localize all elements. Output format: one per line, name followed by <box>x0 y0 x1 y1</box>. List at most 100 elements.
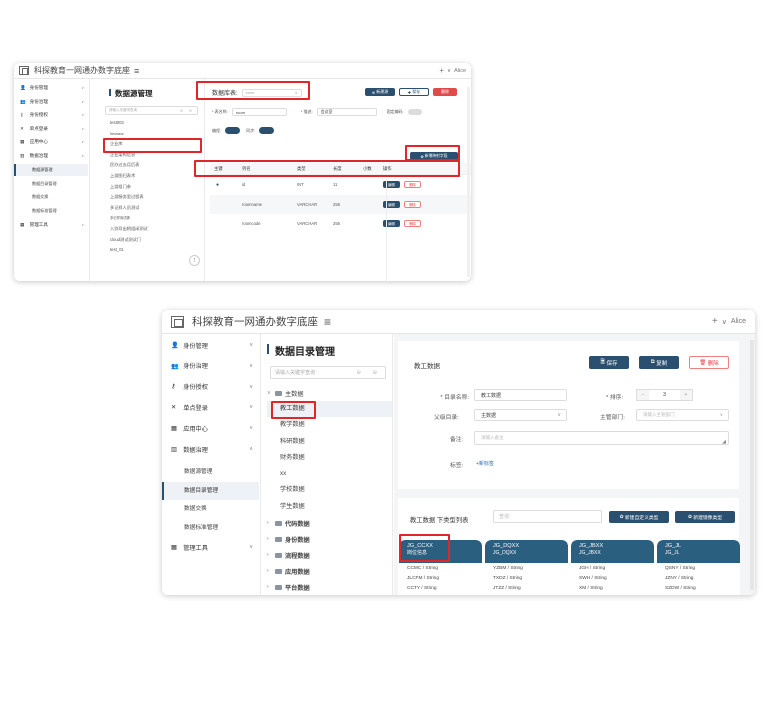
scroll-up-button[interactable]: ↑ <box>189 255 200 266</box>
list-item[interactable]: test003 <box>110 118 204 129</box>
type-card[interactable]: JG_JBXX JG_JBXX JGH / String SWH / String XM… <box>571 540 654 595</box>
tree-folder[interactable]: › 应用数据 <box>267 563 392 579</box>
nav-sub-item[interactable]: 数据源管理 <box>162 463 259 481</box>
nav-sub-item[interactable]: 数据交换 <box>162 500 259 518</box>
plus-icon[interactable]: + <box>439 66 444 75</box>
nav-item-tools[interactable]: ▦ 管理工具 ∨ <box>20 220 88 230</box>
user-name[interactable]: Alice <box>731 318 746 325</box>
note-textarea[interactable]: 请输入备注 ◢ <box>474 431 729 445</box>
nav-item-user[interactable]: 👤 身份管理 ∨ <box>171 338 259 352</box>
filter-input[interactable]: 请输入关键字查询 ⊖ ⊖ <box>270 366 386 379</box>
nav-sub-item[interactable]: 数据目录管理 <box>14 178 88 190</box>
add-source-button[interactable]: ⊕ 新建源 <box>365 88 395 96</box>
nav-item-label: 身份管理 <box>183 342 208 350</box>
cell-type: VARCHAR <box>297 221 318 227</box>
resize-handle-icon[interactable]: ◢ <box>722 439 726 445</box>
list-item[interactable]: 上游服务里过程表 <box>110 192 204 203</box>
type-card[interactable]: JG_JL JG_JL QSNY / String JZNY / String SZDW… <box>657 540 740 595</box>
copy-button[interactable]: ⧉ 复制 <box>639 356 679 369</box>
tree-node[interactable]: 学校数据 <box>267 482 392 498</box>
user-caret-icon[interactable]: ∨ <box>447 68 451 74</box>
sort-minus[interactable]: − <box>637 390 649 400</box>
nav-item-apps[interactable]: ▦ 应用中心 ∨ <box>171 421 259 435</box>
type-card[interactable]: JG_DQXX JG_DQXX YZBM / String TXDZ / String… <box>485 540 568 595</box>
collapse-icon[interactable]: ⊖ <box>373 370 377 376</box>
nav-item-users[interactable]: 👥 身份治理 ∨ <box>20 97 88 107</box>
tree-folder[interactable]: › 身份数据 <box>267 531 392 547</box>
highlight-first-card <box>399 534 450 562</box>
nav-item-users[interactable]: 👥 身份治理 ∨ <box>171 359 259 373</box>
scrollbar[interactable] <box>467 87 470 277</box>
chevron-down-icon: ∨ <box>81 99 84 104</box>
nav-sub-item[interactable]: 数据标准管理 <box>14 205 88 217</box>
user-name[interactable]: Alice <box>454 68 466 74</box>
delete-button[interactable]: 🗑 删除 <box>689 356 729 369</box>
datasource-list-panel: 数据源管理 请输入关键词查询 ⊖ ⊖ test003 Newbase 企业库 企业架构… <box>101 79 205 281</box>
section-title: 数据目录管理 <box>267 343 392 358</box>
list-item[interactable]: 入别导出稍组闭测试 <box>110 224 204 235</box>
increment-toggle[interactable] <box>225 127 241 134</box>
save-button[interactable]: ✚ 保存 <box>399 88 429 96</box>
menu-toggle-icon[interactable]: ≡ <box>324 315 331 329</box>
nav-item-tools[interactable]: ▦ 管理工具 ∨ <box>171 540 259 554</box>
delete-row-button[interactable]: 删除 <box>404 200 421 208</box>
list-item[interactable]: 多记样人员测试 <box>110 203 204 214</box>
dept-select[interactable]: 请输入主管部门 ∨ <box>636 409 729 421</box>
nav-item-apps[interactable]: ▦ 应用中心 ∨ <box>20 137 88 147</box>
parent-select[interactable]: 主数据 ∨ <box>474 409 567 421</box>
add-tag-link[interactable]: +新标签 <box>476 460 494 467</box>
list-item[interactable]: cloud测试测试门 <box>110 235 204 246</box>
delete-button[interactable]: 删除 <box>433 88 457 96</box>
nav-item-key[interactable]: ⚷ 身份授权 ∨ <box>171 380 259 394</box>
auto-code-toggle[interactable] <box>407 109 422 115</box>
desc-input[interactable]: 会议室 <box>316 108 377 116</box>
collapse-icon[interactable]: ⊖ <box>189 109 192 113</box>
delete-row-button[interactable]: 删除 <box>404 181 421 189</box>
name-input[interactable]: 教工数据 <box>474 389 567 401</box>
tree-node[interactable]: 科研数据 <box>267 434 392 450</box>
sort-stepper[interactable]: − 3 + <box>636 389 693 401</box>
nav-sub-item[interactable]: 数据源管理 <box>14 164 88 176</box>
tree-node[interactable]: 学生数据 <box>267 499 392 515</box>
nav-sub-item[interactable]: 数据标准管理 <box>162 519 259 537</box>
sort-value[interactable]: 3 <box>649 392 680 398</box>
tree-node[interactable]: xx <box>267 466 392 482</box>
delete-row-button[interactable]: 删除 <box>404 220 421 228</box>
nav-item-label: 数据治理 <box>183 446 208 454</box>
plus-icon[interactable]: + <box>712 316 718 327</box>
list-item[interactable]: test_01 <box>110 245 204 256</box>
card-field: JTZZ / String <box>493 585 521 591</box>
tree-node-root[interactable]: ∨ 主数据 <box>267 385 392 401</box>
nav-item-sso[interactable]: ✕ 单点登录 ∨ <box>20 124 88 134</box>
table-name-input[interactable]: room <box>231 108 287 116</box>
tree-node[interactable]: 教学数据 <box>267 417 392 433</box>
nav-sub-item[interactable]: 数据目录管理 <box>162 481 259 500</box>
list-item[interactable]: 民办过去月后表 <box>110 160 204 171</box>
expand-icon[interactable]: ⊖ <box>180 109 183 113</box>
tree-folder[interactable]: › 流程数据 <box>267 547 392 563</box>
expand-icon[interactable]: ⊖ <box>357 370 361 376</box>
new-mirror-type-button[interactable]: ✿ 新建镜像类型 <box>675 511 735 523</box>
tree-folder[interactable]: › 代码数据 <box>267 515 392 531</box>
type-search-input[interactable]: 查询 <box>493 510 602 523</box>
menu-toggle-icon[interactable]: ≡ <box>134 66 139 76</box>
scrollbar[interactable] <box>750 340 754 590</box>
list-item[interactable]: 上游图归表术 <box>110 171 204 182</box>
nav-item-key[interactable]: ⚷ 身份授权 ∨ <box>20 110 88 120</box>
list-item[interactable]: 多记样测试脚 <box>110 213 204 224</box>
nav-item-chart[interactable]: ▥ 数据治理 ∧ <box>171 442 259 456</box>
nav-item-user[interactable]: 👤 身份管理 ∨ <box>20 83 88 93</box>
nav-item-chart[interactable]: ▥ 数据治理 ∧ <box>20 151 88 161</box>
card-field: TXDZ / String <box>493 575 523 581</box>
save-button[interactable]: 🗎 保存 <box>589 356 629 369</box>
list-item[interactable]: 上游组门参 <box>110 182 204 193</box>
tree-folder[interactable]: › 平台数据 <box>267 579 392 595</box>
sort-plus[interactable]: + <box>680 390 692 400</box>
new-custom-type-button[interactable]: ✿ 新建自定义类型 <box>609 511 669 523</box>
user-caret-icon[interactable]: ∨ <box>722 318 727 326</box>
filter-input[interactable]: 请输入关键词查询 ⊖ ⊖ <box>105 106 198 115</box>
nav-sub-item[interactable]: 数据交换 <box>14 191 88 203</box>
sync-toggle[interactable] <box>259 127 275 134</box>
tree-node[interactable]: 财务数据 <box>267 450 392 466</box>
nav-item-sso[interactable]: ✕ 单点登录 ∨ <box>171 400 259 414</box>
